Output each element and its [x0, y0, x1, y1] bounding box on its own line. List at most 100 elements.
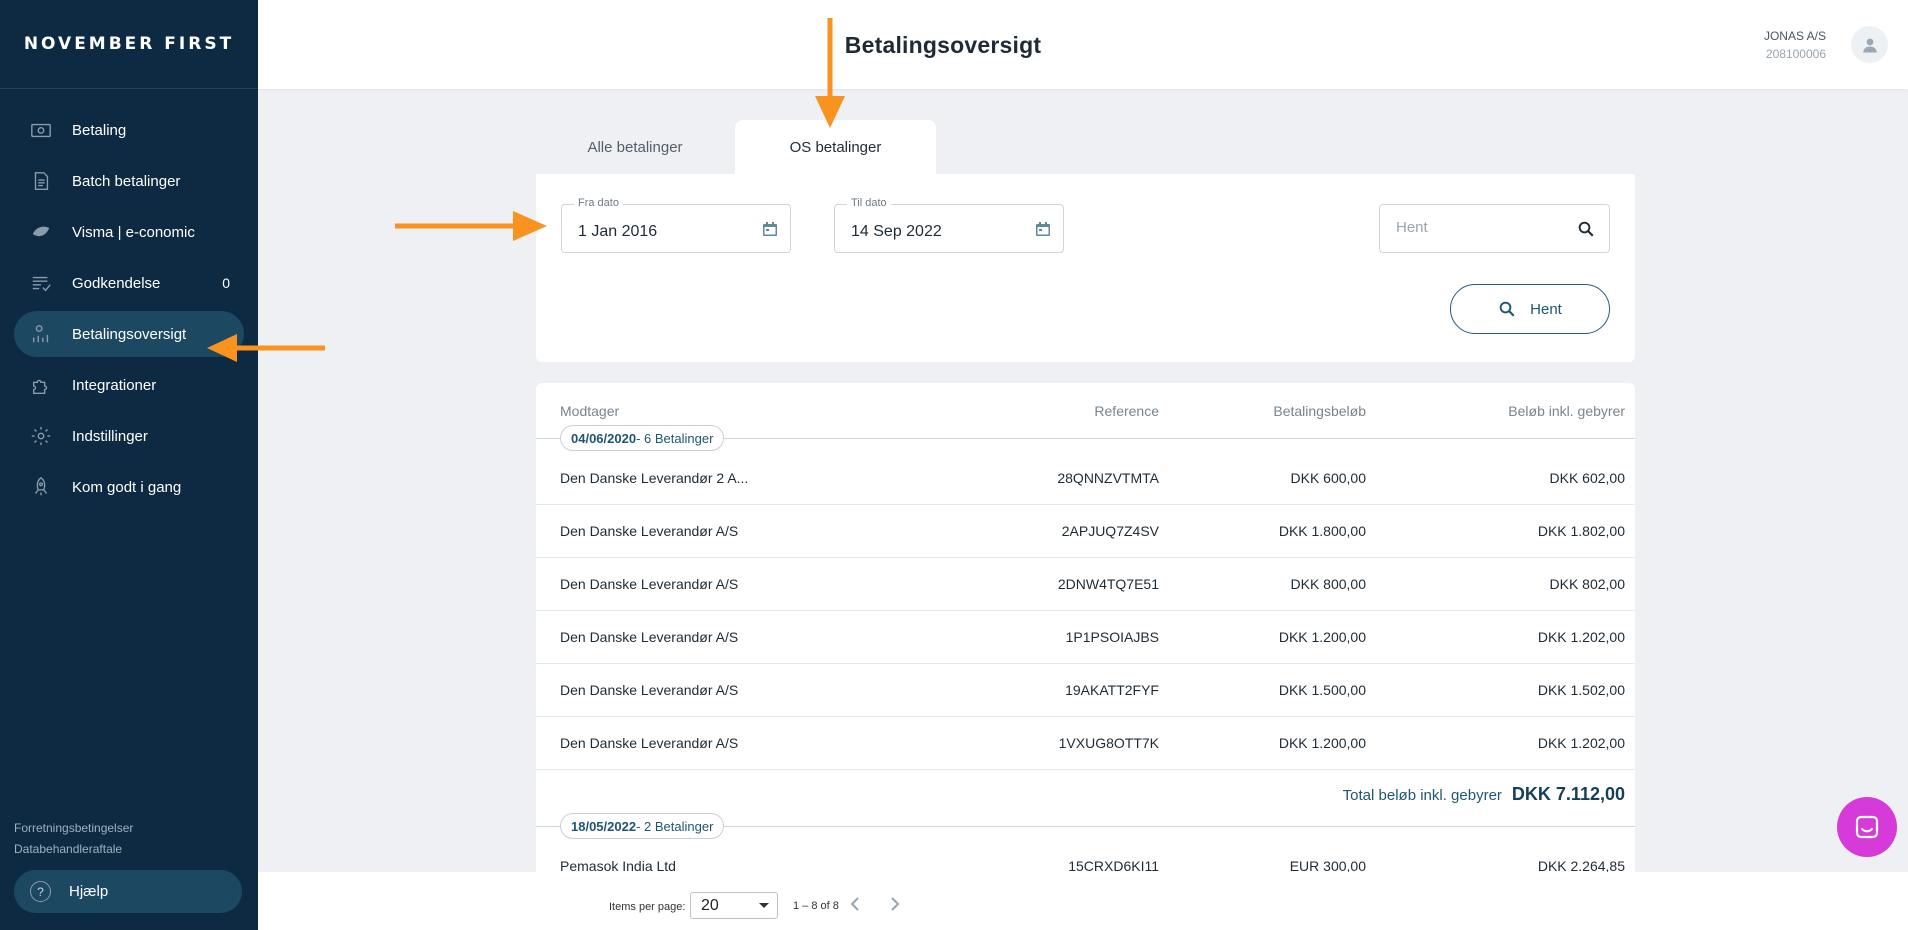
cell-reference: 2APJUQ7Z4SV	[1061, 523, 1159, 539]
sidebar-item-label: Indstillinger	[72, 427, 148, 445]
from-date-value: 1 Jan 2016	[578, 223, 658, 240]
sidebar-item-label: Godkendelse	[72, 274, 161, 292]
cell-recipient: Den Danske Leverandør A/S	[560, 682, 739, 698]
cell-recipient: Pemasok India Ltd	[560, 858, 676, 873]
column-header-reference[interactable]: Reference	[1094, 403, 1159, 419]
tab-alle-betalinger[interactable]: Alle betalinger	[536, 120, 734, 174]
puzzle-icon	[29, 373, 53, 397]
table-row[interactable]: Den Danske Leverandør A/S 2APJUQ7Z4SV DK…	[536, 505, 1635, 558]
calendar-icon[interactable]	[1035, 221, 1051, 237]
data-processing-link[interactable]: Databehandleraftale	[14, 839, 133, 860]
cell-reference: 15CRXD6KI11	[1068, 858, 1159, 873]
cell-reference: 28QNNZVTMTA	[1057, 470, 1159, 486]
page-title: Betalingsoversigt	[844, 32, 1042, 58]
gear-icon	[29, 424, 53, 448]
chat-launcher-button[interactable]	[1837, 797, 1897, 857]
to-date-value: 14 Sep 2022	[851, 223, 942, 240]
terms-link[interactable]: Forretningsbetingelser	[14, 818, 133, 839]
table-row[interactable]: Den Danske Leverandør A/S 1P1PSOIAJBS DK…	[536, 611, 1635, 664]
from-date-field[interactable]: Fra dato 1 Jan 2016	[561, 197, 791, 253]
cell-amount-incl-fees: DKK 1.502,00	[1537, 682, 1625, 698]
calendar-icon[interactable]	[762, 221, 778, 237]
paginator: Items per page: 20 1 – 8 of 8	[258, 872, 1908, 930]
cell-recipient: Den Danske Leverandør A/S	[560, 523, 739, 539]
table-row[interactable]: Pemasok India Ltd 15CRXD6KI11 EUR 300,00…	[536, 840, 1635, 873]
cell-amount: DKK 1.200,00	[1278, 735, 1366, 751]
table-row[interactable]: Den Danske Leverandør 2 A... 28QNNZVTMTA…	[536, 452, 1635, 505]
user-info[interactable]: JONAS A/S 208100006	[1764, 27, 1826, 63]
group-count: - 2 Betalinger	[636, 818, 714, 834]
group-count: - 6 Betalinger	[636, 430, 714, 446]
footer-links: Forretningsbetingelser Databehandlerafta…	[14, 818, 133, 860]
sidebar-item-kom-godt-i-gang[interactable]: Kom godt i gang	[14, 464, 244, 510]
sidebar: NOVEMBER FIRST Betaling Batch betalinger…	[0, 0, 258, 930]
cell-amount: DKK 600,00	[1290, 470, 1367, 486]
to-date-field[interactable]: Til dato 14 Sep 2022	[834, 197, 1064, 253]
cell-reference: 1VXUG8OTT7K	[1058, 735, 1159, 751]
search-icon[interactable]	[1577, 220, 1595, 238]
leaf-icon	[29, 220, 53, 244]
sidebar-item-godkendelse[interactable]: Godkendelse 0	[14, 260, 244, 306]
sidebar-nav: Betaling Batch betalinger Visma | e-cono…	[0, 89, 258, 510]
cell-amount-incl-fees: DKK 2.264,85	[1537, 858, 1625, 873]
cell-amount-incl-fees: DKK 1.802,00	[1537, 523, 1625, 539]
annotation-arrow-down	[815, 18, 845, 128]
page-size-value: 20	[701, 897, 719, 914]
cell-recipient: Den Danske Leverandør A/S	[560, 629, 739, 645]
table-row[interactable]: Den Danske Leverandør A/S 2DNW4TQ7E51 DK…	[536, 558, 1635, 611]
cell-reference: 2DNW4TQ7E51	[1057, 576, 1159, 592]
sidebar-item-label: Kom godt i gang	[72, 478, 182, 496]
items-per-page-label: Items per page:	[609, 901, 686, 913]
brand-logo: NOVEMBER FIRST	[0, 0, 258, 89]
sidebar-item-betaling[interactable]: Betaling	[14, 107, 244, 153]
sidebar-item-label: Batch betalinger	[72, 172, 181, 190]
group-total: Total beløb inkl. gebyrer DKK 7.112,00	[1343, 784, 1625, 805]
filter-panel: Fra dato 1 Jan 2016 Til dato 14 Sep 2022…	[536, 174, 1635, 362]
search-input[interactable]	[1396, 219, 1566, 236]
payments-table: Modtager Reference Betalingsbeløb Beløb …	[536, 383, 1635, 873]
help-button[interactable]: ? Hjælp	[14, 870, 242, 913]
search-field[interactable]	[1379, 204, 1610, 253]
sidebar-item-label: Visma | e-conomic	[72, 223, 195, 241]
previous-page-icon[interactable]	[848, 896, 862, 912]
cell-amount: DKK 1.200,00	[1278, 629, 1366, 645]
annotation-arrow-left	[207, 334, 325, 362]
sidebar-item-visma[interactable]: Visma | e-conomic	[14, 209, 244, 255]
column-header-betalingsbelob[interactable]: Betalingsbeløb	[1273, 403, 1366, 419]
help-label: Hjælp	[69, 883, 109, 900]
sidebar-item-label: Betalingsoversigt	[72, 325, 187, 343]
column-header-belob-inkl-gebyrer[interactable]: Beløb inkl. gebyrer	[1508, 403, 1625, 419]
cell-reference: 19AKATT2FYF	[1065, 682, 1159, 698]
sidebar-item-indstillinger[interactable]: Indstillinger	[14, 413, 244, 459]
sidebar-item-integrationer[interactable]: Integrationer	[14, 362, 244, 408]
sidebar-item-label: Integrationer	[72, 376, 157, 394]
cell-amount-incl-fees: DKK 1.202,00	[1537, 735, 1625, 751]
document-icon	[29, 169, 53, 193]
next-page-icon[interactable]	[888, 896, 902, 912]
sidebar-item-batch-betalinger[interactable]: Batch betalinger	[14, 158, 244, 204]
cell-amount: DKK 800,00	[1290, 576, 1367, 592]
total-amount: DKK 7.112,00	[1511, 784, 1625, 804]
page-size-select[interactable]: 20	[690, 892, 778, 919]
cell-amount: DKK 1.500,00	[1278, 682, 1366, 698]
cell-amount-incl-fees: DKK 1.202,00	[1537, 629, 1625, 645]
cell-recipient: Den Danske Leverandør A/S	[560, 735, 739, 751]
avatar[interactable]	[1851, 26, 1888, 63]
group-date: 04/06/2020	[571, 430, 637, 446]
column-header-modtager[interactable]: Modtager	[560, 403, 619, 419]
chart-user-icon	[29, 322, 53, 346]
annotation-arrow-right	[395, 211, 547, 241]
user-name: JONAS A/S	[1763, 29, 1826, 43]
total-label: Total beløb inkl. gebyrer	[1342, 787, 1502, 804]
chat-icon	[1855, 815, 1879, 839]
fetch-button[interactable]: Hent	[1450, 284, 1610, 334]
table-row[interactable]: Den Danske Leverandør A/S 19AKATT2FYF DK…	[536, 664, 1635, 717]
cell-amount: DKK 1.800,00	[1278, 523, 1366, 539]
cell-recipient: Den Danske Leverandør 2 A...	[560, 470, 749, 486]
banknote-icon	[29, 118, 53, 142]
from-date-label: Fra dato	[574, 197, 623, 209]
table-row[interactable]: Den Danske Leverandør A/S 1VXUG8OTT7K DK…	[536, 717, 1635, 770]
group-date-chip: 18/05/2022- 2 Betalinger	[560, 813, 725, 839]
search-icon	[1499, 301, 1515, 317]
rocket-icon	[29, 475, 53, 499]
